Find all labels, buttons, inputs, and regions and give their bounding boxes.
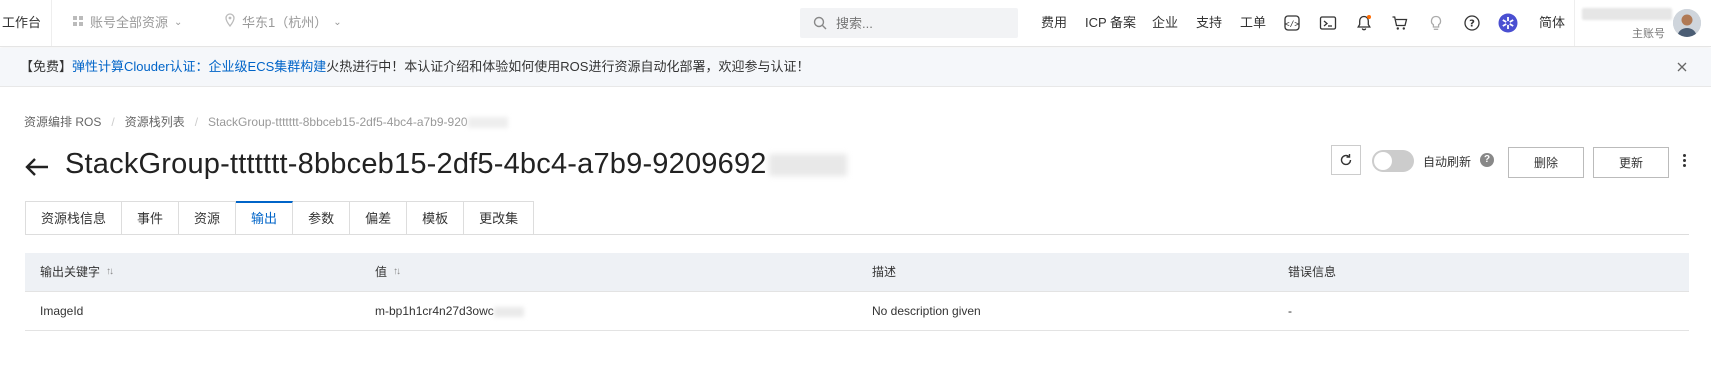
tab-parameters[interactable]: 参数 (293, 201, 351, 235)
page-title-text: StackGroup-ttttttt-8bbceb15-2df5-4bc4-a7… (65, 148, 767, 180)
account-name-redacted[interactable] (1582, 8, 1672, 20)
language-switch[interactable]: 简体 (1539, 0, 1565, 46)
table-header: 输出关键字 ↑↓ 值 ↑↓ 描述 错误信息 (25, 253, 1689, 292)
nav-billing[interactable]: 费用 (1041, 0, 1067, 46)
close-icon[interactable] (1673, 58, 1691, 76)
column-header-label: 错误信息 (1288, 265, 1337, 279)
top-navbar: 工作台 账号全部资源 ⌄ 华东1（杭州） ⌄ 费用 ICP 备案 企业 支持 工… (0, 0, 1711, 47)
auto-refresh-toggle[interactable] (1372, 150, 1414, 172)
column-header-label: 描述 (872, 265, 897, 279)
outputs-table: 输出关键字 ↑↓ 值 ↑↓ 描述 错误信息 ImageId m-bp1h1cr4… (25, 253, 1689, 331)
svg-text:</>: </> (1285, 20, 1300, 29)
cell-description: No description given (872, 304, 981, 318)
redacted-text (467, 116, 508, 128)
nav-enterprise[interactable]: 企业 (1152, 0, 1178, 46)
tab-stack-info[interactable]: 资源栈信息 (26, 201, 123, 235)
cart-icon[interactable] (1390, 13, 1410, 33)
page-title: StackGroup-ttttttt-8bbceb15-2df5-4bc4-a7… (65, 148, 847, 181)
resource-scope-label: 账号全部资源 (90, 15, 169, 30)
cell-output-key: ImageId (40, 304, 84, 318)
region-label: 华东1（杭州） (242, 15, 328, 30)
location-pin-icon (224, 0, 236, 46)
help-icon[interactable]: ? (1462, 13, 1482, 33)
column-header-description: 描述 (872, 253, 896, 291)
announcement-link-certification[interactable]: 弹性计算Clouder认证： (72, 59, 209, 74)
lightbulb-icon[interactable] (1426, 13, 1446, 33)
nav-support[interactable]: 支持 (1196, 0, 1222, 46)
breadcrumb-separator: / (194, 114, 199, 129)
divider (1574, 0, 1575, 46)
question-icon[interactable]: ? (1480, 153, 1494, 167)
nav-icp[interactable]: ICP 备案 (1085, 0, 1136, 46)
account-role-label: 主账号 (1632, 28, 1665, 40)
refresh-button[interactable] (1331, 145, 1361, 175)
tab-change-sets[interactable]: 更改集 (464, 201, 535, 235)
auto-refresh-label: 自动刷新 (1423, 155, 1472, 169)
column-header-error: 错误信息 (1288, 253, 1336, 291)
back-arrow-icon[interactable] (24, 152, 54, 182)
avatar[interactable] (1673, 9, 1701, 37)
svg-text:?: ? (1469, 19, 1475, 30)
announcement-banner: 【免费】弹性计算Clouder认证：企业级ECS集群构建火热进行中！本认证介绍和… (0, 48, 1711, 87)
workspace-link[interactable]: 工作台 (0, 0, 53, 46)
column-header-value[interactable]: 值 ↑↓ (375, 253, 401, 291)
search-icon (812, 15, 828, 31)
update-button[interactable]: 更新 (1593, 147, 1669, 178)
chevron-down-icon: ⌄ (333, 17, 342, 28)
tab-template[interactable]: 模板 (407, 201, 465, 235)
breadcrumb-current-label: StackGroup-ttttttt-8bbceb15-2df5-4bc4-a7… (208, 114, 468, 129)
refresh-icon (1340, 154, 1352, 166)
chevron-down-icon: ⌄ (174, 17, 183, 28)
column-header-output-key[interactable]: 输出关键字 ↑↓ (40, 253, 114, 291)
resource-scope-dropdown[interactable]: 账号全部资源 ⌄ (72, 0, 182, 46)
breadcrumb: 资源编排 ROS / 资源栈列表 / StackGroup-ttttttt-8b… (24, 113, 508, 130)
redacted-text (768, 154, 847, 177)
search-box[interactable] (800, 8, 1018, 38)
search-input[interactable] (834, 14, 1018, 32)
tab-drift[interactable]: 偏差 (350, 201, 408, 235)
cell-value-text: m-bp1h1cr4n27d3owc (375, 304, 494, 318)
table-row: ImageId m-bp1h1cr4n27d3owc No descriptio… (25, 292, 1689, 331)
breadcrumb-item-stack-list[interactable]: 资源栈列表 (125, 113, 185, 130)
toggle-knob (1374, 152, 1392, 170)
divider (25, 234, 1689, 235)
announcement-link-ecs-cluster[interactable]: 企业级ECS集群构建 (209, 59, 327, 74)
more-options-icon[interactable] (1679, 150, 1689, 170)
code-icon[interactable]: </> (1282, 13, 1302, 33)
announcement-prefix: 【免费】 (20, 59, 73, 74)
column-header-label: 值 (375, 265, 388, 279)
sort-icon[interactable]: ↑↓ (393, 253, 401, 291)
cell-error: - (1288, 304, 1292, 318)
breadcrumb-item-ros[interactable]: 资源编排 ROS (24, 113, 101, 130)
bell-icon[interactable] (1354, 13, 1374, 33)
tab-outputs[interactable]: 输出 (236, 201, 294, 235)
breadcrumb-item-current: StackGroup-ttttttt-8bbceb15-2df5-4bc4-a7… (208, 115, 508, 129)
cell-value: m-bp1h1cr4n27d3owc (375, 292, 524, 330)
region-dropdown[interactable]: 华东1（杭州） ⌄ (224, 0, 342, 46)
brand-icon[interactable] (1498, 13, 1518, 33)
tab-bar: 资源栈信息 事件 资源 输出 参数 偏差 模板 更改集 (25, 201, 535, 235)
sort-icon[interactable]: ↑↓ (106, 253, 114, 291)
breadcrumb-separator: / (111, 114, 115, 129)
delete-button[interactable]: 删除 (1508, 147, 1584, 178)
announcement-text: 【免费】弹性计算Clouder认证：企业级ECS集群构建火热进行中！本认证介绍和… (20, 48, 809, 86)
tab-events[interactable]: 事件 (122, 201, 180, 235)
redacted-text (493, 306, 524, 317)
nav-tickets[interactable]: 工单 (1240, 0, 1266, 46)
tab-resources[interactable]: 资源 (179, 201, 237, 235)
terminal-icon[interactable] (1318, 13, 1338, 33)
column-header-label: 输出关键字 (40, 265, 101, 279)
announcement-body: 火热进行中！本认证介绍和体验如何使用ROS进行资源自动化部署，欢迎参与认证！ (326, 59, 810, 74)
resource-grid-icon (72, 0, 84, 46)
